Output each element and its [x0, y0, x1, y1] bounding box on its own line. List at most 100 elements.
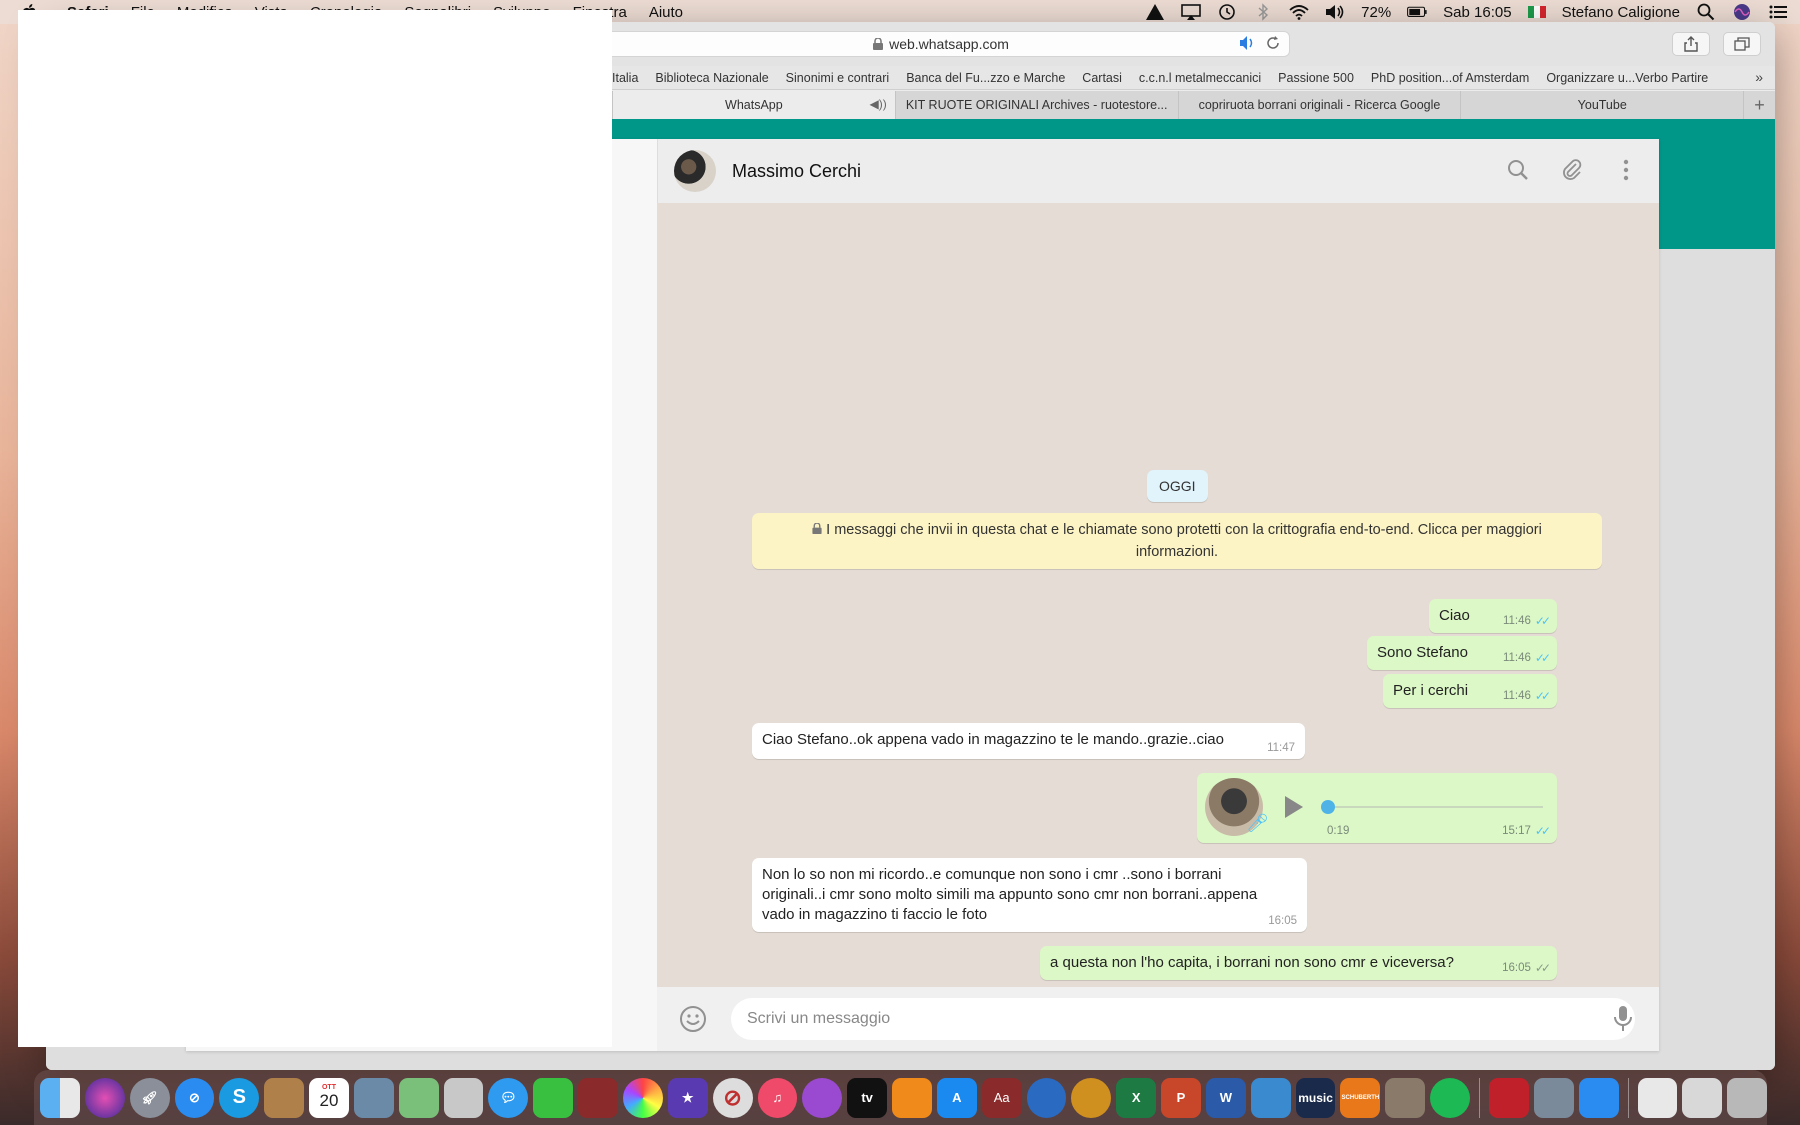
new-tab-button[interactable]: +: [1743, 91, 1775, 119]
trash-icon[interactable]: [1727, 1077, 1768, 1118]
battery-percent[interactable]: 72%: [1361, 4, 1391, 21]
voice-progress-track[interactable]: [1321, 800, 1543, 814]
siri-icon[interactable]: [1732, 3, 1752, 21]
tab-title: WhatsApp: [725, 98, 783, 112]
preview-icon[interactable]: [353, 1077, 394, 1118]
bookmark-item[interactable]: PhD position...of Amsterdam: [1371, 71, 1529, 85]
message-incoming[interactable]: Ciao Stefano..ok appena vado in magazzin…: [752, 723, 1305, 759]
message-text: Non lo so non mi ricordo..e comunque non…: [762, 866, 1258, 923]
tab-youtube[interactable]: YouTube: [1460, 91, 1743, 119]
address-bar[interactable]: web.whatsapp.com: [592, 31, 1290, 57]
finder-icon[interactable]: [40, 1077, 80, 1118]
show-tabs-button[interactable]: [1723, 32, 1761, 56]
time-machine-icon[interactable]: [1217, 3, 1237, 21]
acrobat-icon[interactable]: [1489, 1077, 1529, 1118]
voice-progress-handle[interactable]: [1321, 800, 1335, 814]
word-icon[interactable]: W: [1205, 1077, 1246, 1118]
encryption-notice[interactable]: I messaggi che invii in questa chat e le…: [752, 513, 1602, 569]
contact-avatar[interactable]: [674, 150, 716, 192]
url-text[interactable]: web.whatsapp.com: [889, 36, 1009, 52]
voice-message[interactable]: 🎤︎ 0:19 15:17 ✓✓: [1197, 773, 1557, 843]
search-icon[interactable]: [1505, 157, 1531, 183]
battery-icon[interactable]: [1407, 3, 1427, 21]
reload-icon[interactable]: [1265, 35, 1281, 54]
skype-icon[interactable]: S: [219, 1077, 260, 1118]
encryption-notice-text: I messaggi che invii in questa chat e le…: [826, 522, 1542, 560]
block-icon[interactable]: ⊘: [712, 1077, 753, 1118]
tab-kit-ruote[interactable]: KIT RUOTE ORIGINALI Archives - ruotestor…: [894, 91, 1178, 119]
tab-whatsapp[interactable]: WhatsApp ◀)): [612, 91, 895, 119]
messages-icon[interactable]: 💬︎: [488, 1077, 529, 1118]
excel-icon[interactable]: X: [1116, 1077, 1157, 1118]
amazon-music-icon[interactable]: music: [1295, 1077, 1336, 1118]
dictionary-icon[interactable]: Aa: [981, 1077, 1022, 1118]
schuberth-icon[interactable]: SCHUBERTH: [1340, 1077, 1381, 1118]
bookmark-item[interactable]: Sinonimi e contrari: [786, 71, 890, 85]
microphone-icon[interactable]: [1613, 1005, 1633, 1033]
bluetooth-icon[interactable]: [1253, 3, 1273, 21]
menu-aiuto[interactable]: Aiuto: [638, 4, 694, 21]
calculator-icon[interactable]: [443, 1077, 484, 1118]
downloads-stack-icon[interactable]: [1637, 1077, 1678, 1118]
powerpoint-icon[interactable]: P: [1161, 1077, 1201, 1118]
attach-icon[interactable]: [1559, 157, 1585, 183]
menu-dots-icon[interactable]: [1613, 157, 1639, 183]
user-name[interactable]: Stefano Caligione: [1562, 4, 1680, 21]
bookmark-item[interactable]: Italia: [612, 71, 638, 85]
message-time: 15:17: [1502, 825, 1531, 837]
app-store-icon[interactable]: A: [936, 1077, 977, 1118]
notification-center-icon[interactable]: [1768, 3, 1788, 21]
spotlight-search-icon[interactable]: [1696, 3, 1716, 21]
message-input[interactable]: [731, 998, 1635, 1040]
bookmark-item[interactable]: Banca del Fu...zzo e Marche: [906, 71, 1065, 85]
siri-icon[interactable]: [84, 1077, 125, 1118]
italian-flag-icon[interactable]: [1527, 6, 1546, 18]
wifi-icon[interactable]: [1289, 3, 1309, 21]
message-outgoing[interactable]: Sono Stefano 11:46 ✓✓: [1367, 636, 1557, 670]
tab-google-search[interactable]: copriruota borrani originali - Ricerca G…: [1177, 91, 1461, 119]
network-icon[interactable]: [1026, 1077, 1067, 1118]
facetime-icon[interactable]: [533, 1077, 574, 1118]
tab-audio-icon[interactable]: [1239, 35, 1257, 54]
contacts-icon[interactable]: [264, 1077, 305, 1118]
message-outgoing[interactable]: a questa non l'ho capita, i borrani non …: [1040, 946, 1557, 980]
play-icon[interactable]: [1285, 796, 1303, 818]
message-list[interactable]: OGGI I messaggi che invii in questa chat…: [657, 203, 1659, 987]
message-outgoing[interactable]: Per i cerchi 11:46 ✓✓: [1383, 674, 1557, 708]
photos-icon[interactable]: [622, 1077, 663, 1118]
calendar-icon[interactable]: OTT 20: [309, 1077, 349, 1118]
image-capture-icon[interactable]: [1533, 1077, 1574, 1118]
bookmarks-overflow-icon[interactable]: »: [1755, 69, 1763, 85]
menubar-clock[interactable]: Sab 16:05: [1443, 4, 1511, 21]
message-outgoing[interactable]: Ciao 11:46 ✓✓: [1429, 599, 1557, 633]
tab-speaker-icon[interactable]: ◀)): [870, 97, 887, 111]
teams-icon[interactable]: [1250, 1077, 1291, 1118]
message-incoming[interactable]: Non lo so non mi ricordo..e comunque non…: [752, 858, 1307, 932]
bookmark-item[interactable]: Organizzare u...Verbo Partire: [1546, 71, 1708, 85]
utility-icon[interactable]: [1385, 1077, 1426, 1118]
emoji-icon[interactable]: [679, 1005, 707, 1033]
bookmark-item[interactable]: Passione 500: [1278, 71, 1354, 85]
photo-booth-icon[interactable]: [578, 1077, 618, 1118]
contact-name[interactable]: Massimo Cerchi: [732, 161, 861, 182]
zoom-icon[interactable]: [1578, 1077, 1619, 1118]
books-icon[interactable]: [892, 1077, 932, 1118]
launchpad-icon[interactable]: 🚀︎: [129, 1077, 170, 1118]
podcasts-icon[interactable]: [802, 1077, 843, 1118]
bookmark-item[interactable]: c.c.n.l metalmeccanici: [1139, 71, 1261, 85]
maps-icon[interactable]: [398, 1077, 439, 1118]
share-button[interactable]: [1672, 32, 1710, 56]
compass-icon[interactable]: [1071, 1077, 1112, 1118]
volume-icon[interactable]: [1325, 3, 1345, 21]
apple-tv-icon[interactable]: tv: [847, 1077, 888, 1118]
music-icon[interactable]: ♫: [757, 1077, 798, 1118]
bookmark-item[interactable]: Biblioteca Nazionale: [655, 71, 768, 85]
documents-stack-icon[interactable]: [1682, 1077, 1723, 1118]
safari-icon[interactable]: ⊘: [174, 1077, 215, 1118]
alert-triangle-icon[interactable]: [1145, 3, 1165, 21]
bookmark-item[interactable]: Cartasi: [1082, 71, 1122, 85]
spotify-icon[interactable]: [1430, 1077, 1470, 1118]
airplay-icon[interactable]: [1181, 3, 1201, 21]
imovie-icon[interactable]: ★: [667, 1077, 708, 1118]
chat-header[interactable]: Massimo Cerchi: [657, 139, 1659, 203]
